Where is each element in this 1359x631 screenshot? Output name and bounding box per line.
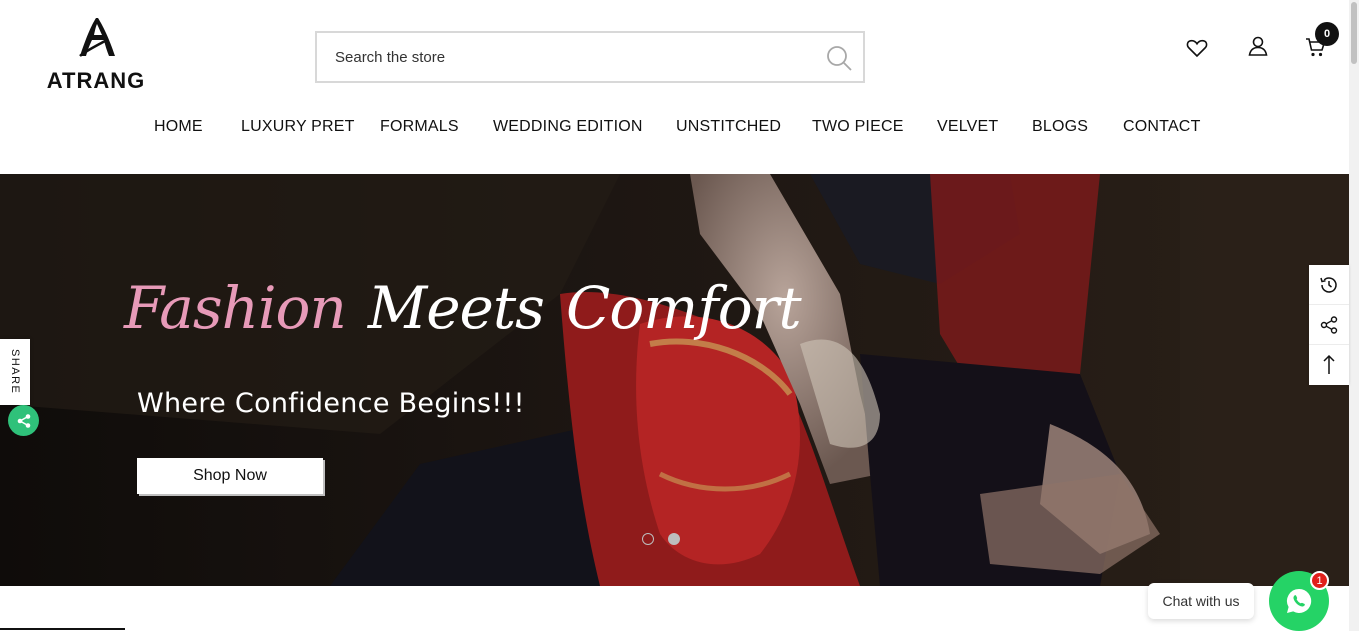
chat-with-us-label[interactable]: Chat with us [1148, 583, 1254, 619]
share-tab-label: SHARE [9, 349, 21, 395]
slider-dot-1[interactable] [642, 533, 654, 545]
site-header: ATRANG 0 HOME LUXURY PRET FORMALS WEDDIN… [0, 0, 1359, 174]
page-scrollbar[interactable] [1349, 0, 1359, 631]
logo-text: ATRANG [46, 68, 146, 93]
hero-subtitle: Where Confidence Begins!!! [137, 388, 525, 419]
account-user-icon[interactable] [1246, 34, 1270, 58]
search-icon[interactable] [825, 44, 853, 72]
share-page-button[interactable] [1309, 305, 1349, 345]
share-tab[interactable]: SHARE [0, 339, 30, 405]
share-icon [1320, 315, 1338, 334]
nav-item-two-piece[interactable]: TWO PIECE [812, 118, 904, 136]
share-floating-button[interactable] [8, 405, 39, 436]
main-nav: HOME LUXURY PRET FORMALS WEDDING EDITION… [0, 118, 1359, 142]
history-icon [1320, 276, 1337, 293]
wishlist-heart-icon[interactable] [1185, 36, 1209, 60]
hero-title: Fashion Meets Comfort [124, 274, 802, 394]
chat-notification-badge: 1 [1310, 571, 1329, 590]
nav-item-home[interactable]: HOME [154, 118, 203, 136]
hero-title-word-comfort: Comfort [565, 274, 802, 342]
slider-dots [642, 533, 702, 547]
cart-count-badge: 0 [1315, 22, 1339, 46]
search-bar [315, 31, 865, 83]
nav-item-unstitched[interactable]: UNSTITCHED [676, 118, 781, 136]
nav-item-velvet[interactable]: VELVET [937, 118, 998, 136]
nav-item-wedding-edition[interactable]: WEDDING EDITION [493, 118, 643, 136]
back-to-top-button[interactable] [1309, 345, 1349, 385]
nav-item-luxury-pret[interactable]: LUXURY PRET [241, 118, 355, 136]
shop-now-button[interactable]: Shop Now [137, 458, 323, 494]
logo-mark-icon [79, 18, 115, 57]
search-input[interactable] [317, 48, 797, 66]
whatsapp-icon [1286, 588, 1312, 613]
section-divider [0, 628, 125, 630]
floating-tools [1309, 265, 1349, 385]
share-icon [17, 413, 30, 428]
brand-logo[interactable]: ATRANG [40, 16, 152, 98]
hero-banner: Fashion Meets Comfort Where Confidence B… [0, 174, 1349, 586]
scrollbar-thumb[interactable] [1351, 2, 1357, 64]
hero-title-word-fashion: Fashion [124, 274, 347, 342]
arrow-up-icon [1323, 354, 1335, 374]
nav-item-blogs[interactable]: BLOGS [1032, 118, 1088, 136]
hero-title-word-meets: Meets [367, 274, 545, 342]
slider-dot-2-active[interactable] [668, 533, 680, 545]
nav-item-contact[interactable]: CONTACT [1123, 118, 1201, 136]
nav-item-formals[interactable]: FORMALS [380, 118, 459, 136]
recently-viewed-button[interactable] [1309, 265, 1349, 305]
